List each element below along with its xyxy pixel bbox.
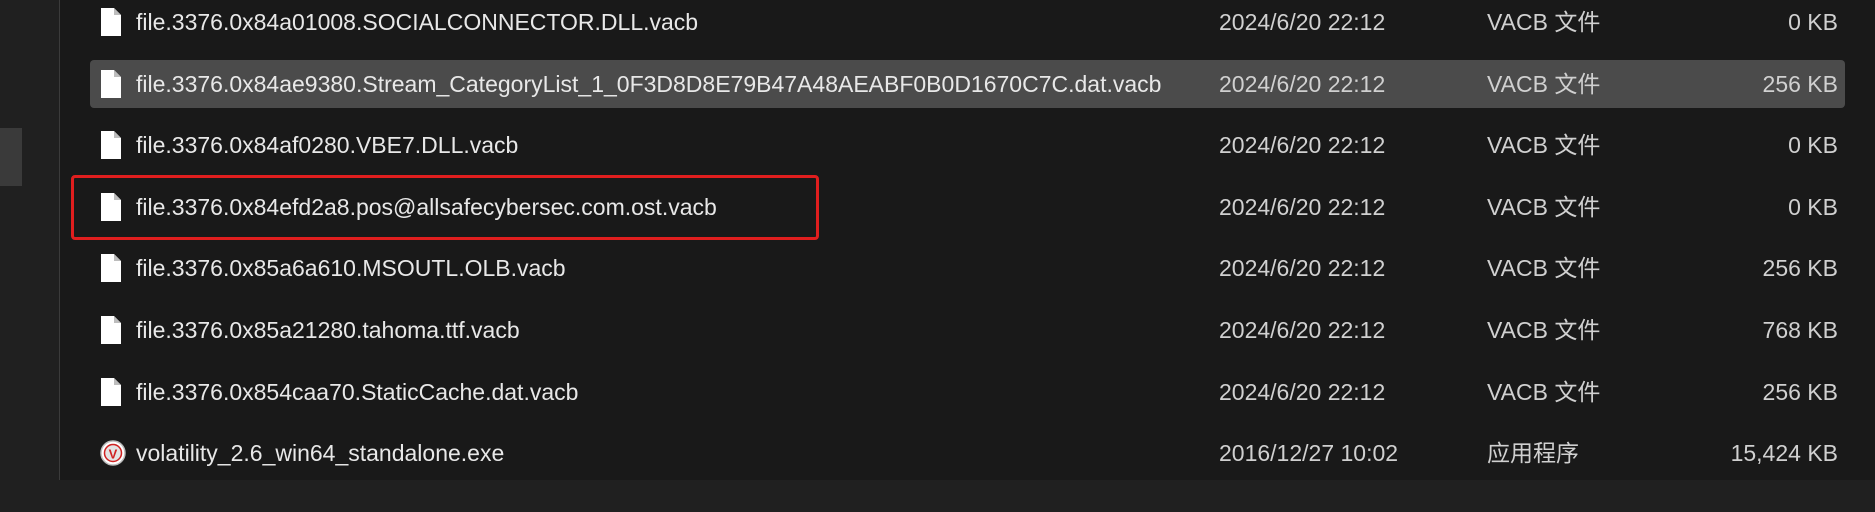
- volatility-app-icon: V: [99, 429, 127, 477]
- file-icon: [99, 368, 127, 416]
- file-type: VACB 文件: [1487, 255, 1601, 282]
- file-row[interactable]: file.3376.0x85a6a610.MSOUTL.OLB.vacb 202…: [90, 244, 1845, 292]
- file-row[interactable]: file.3376.0x84a01008.SOCIALCONNECTOR.DLL…: [90, 0, 1845, 46]
- file-name: file.3376.0x84af0280.VBE7.DLL.vacb: [136, 132, 519, 159]
- file-row[interactable]: file.3376.0x84ae9380.Stream_CategoryList…: [90, 59, 1845, 108]
- file-type: VACB 文件: [1487, 9, 1601, 35]
- file-icon: [99, 0, 127, 46]
- file-size: 0 KB: [1788, 9, 1838, 35]
- file-type: VACB 文件: [1487, 193, 1601, 220]
- file-name: file.3376.0x84a01008.SOCIALCONNECTOR.DLL…: [136, 9, 699, 35]
- file-name: volatility_2.6_win64_standalone.exe: [136, 440, 505, 467]
- file-type: VACB 文件: [1487, 378, 1601, 405]
- file-name: file.3376.0x854caa70.StaticCache.dat.vac…: [136, 378, 579, 405]
- file-date-modified: 2024/6/20 22:12: [1219, 70, 1386, 97]
- file-row[interactable]: file.3376.0x84af0280.VBE7.DLL.vacb 2024/…: [90, 121, 1845, 169]
- file-row[interactable]: file.3376.0x854caa70.StaticCache.dat.vac…: [90, 368, 1845, 416]
- file-size: 256 KB: [1762, 70, 1838, 97]
- file-icon: [99, 60, 127, 108]
- file-explorer-window: file.3376.0x84a01008.SOCIALCONNECTOR.DLL…: [0, 0, 1875, 512]
- file-icon: [99, 244, 127, 292]
- file-size: 256 KB: [1762, 255, 1838, 282]
- file-date-modified: 2024/6/20 22:12: [1219, 378, 1386, 405]
- file-date-modified: 2024/6/20 22:12: [1219, 193, 1386, 220]
- file-name: file.3376.0x85a6a610.MSOUTL.OLB.vacb: [136, 255, 566, 282]
- file-date-modified: 2016/12/27 10:02: [1219, 440, 1399, 467]
- file-row[interactable]: file.3376.0x84efd2a8.pos@allsafecybersec…: [90, 183, 1845, 231]
- file-name: file.3376.0x84efd2a8.pos@allsafecybersec…: [136, 193, 717, 220]
- file-type: 应用程序: [1487, 440, 1579, 467]
- file-name: file.3376.0x84ae9380.Stream_CategoryList…: [136, 70, 1162, 97]
- file-size: 0 KB: [1788, 193, 1838, 220]
- file-type: VACB 文件: [1487, 317, 1601, 343]
- file-name: file.3376.0x85a21280.tahoma.ttf.vacb: [136, 317, 520, 343]
- file-type: VACB 文件: [1487, 70, 1601, 97]
- navigation-pane[interactable]: [0, 0, 59, 480]
- file-date-modified: 2024/6/20 22:12: [1219, 132, 1386, 159]
- file-date-modified: 2024/6/20 22:12: [1219, 317, 1386, 343]
- file-icon: [99, 306, 127, 354]
- file-size: 15,424 KB: [1730, 440, 1838, 467]
- svg-text:V: V: [109, 447, 118, 462]
- file-size: 768 KB: [1762, 317, 1838, 343]
- file-size: 0 KB: [1788, 132, 1838, 159]
- file-date-modified: 2024/6/20 22:12: [1219, 255, 1386, 282]
- navigation-pane-selected-item[interactable]: [0, 128, 22, 186]
- file-type: VACB 文件: [1487, 132, 1601, 159]
- status-bar: [0, 480, 1875, 512]
- file-date-modified: 2024/6/20 22:12: [1219, 9, 1386, 35]
- file-size: 256 KB: [1762, 378, 1838, 405]
- file-row[interactable]: file.3376.0x85a21280.tahoma.ttf.vacb 202…: [90, 306, 1845, 354]
- file-icon: [99, 121, 127, 169]
- file-icon: [99, 183, 127, 231]
- file-row[interactable]: V volatility_2.6_win64_standalone.exe 20…: [90, 429, 1845, 477]
